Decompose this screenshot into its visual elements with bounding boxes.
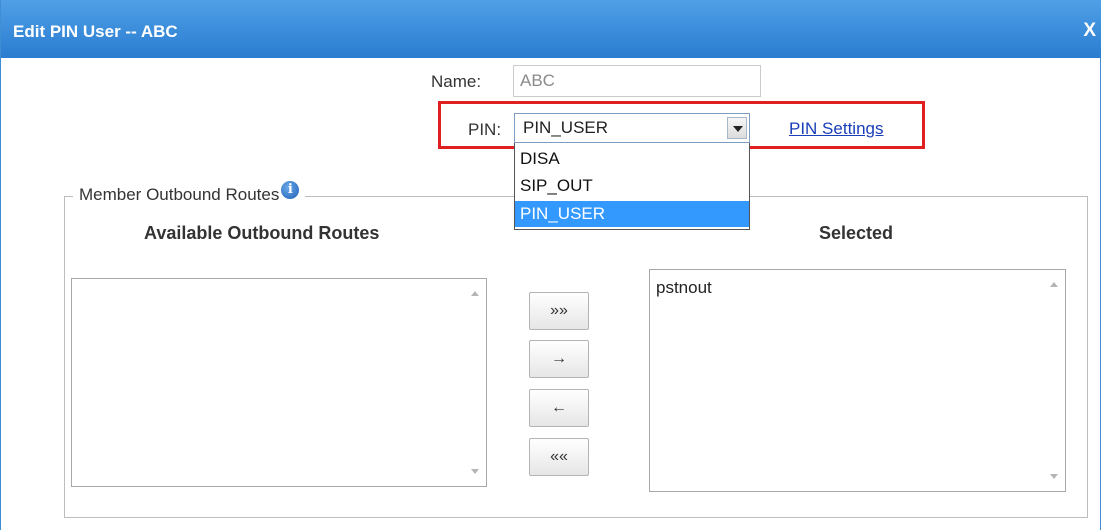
scroll-up-icon[interactable]: [471, 291, 479, 296]
add-all-button[interactable]: »»: [529, 292, 589, 330]
remove-selected-button[interactable]: ←: [529, 389, 589, 427]
available-routes-heading: Available Outbound Routes: [144, 223, 380, 243]
pin-highlight-box: [438, 101, 925, 149]
remove-all-button[interactable]: ««: [529, 438, 589, 476]
selected-routes-heading: Selected: [819, 223, 894, 243]
list-item[interactable]: pstnout: [656, 278, 712, 298]
info-icon[interactable]: i: [281, 181, 300, 199]
pin-option-pin-user[interactable]: PIN_USER: [515, 201, 749, 227]
name-field[interactable]: [513, 65, 761, 97]
scroll-down-icon[interactable]: [1050, 474, 1058, 479]
scroll-down-icon[interactable]: [471, 469, 479, 474]
name-label: Name:: [431, 72, 482, 91]
dialog-titlebar[interactable]: Edit PIN User -- ABC X: [1, 0, 1101, 58]
close-button[interactable]: X: [1083, 20, 1096, 42]
scroll-up-icon[interactable]: [1050, 282, 1058, 287]
available-routes-list[interactable]: [71, 278, 487, 487]
legend-label: Member Outbound Routes: [79, 185, 280, 204]
pin-option-sip-out[interactable]: SIP_OUT: [515, 173, 749, 199]
selected-routes-list[interactable]: pstnout: [649, 269, 1066, 492]
member-outbound-routes-legend: Member Outbound Routes i: [73, 181, 306, 207]
dialog-title: Edit PIN User -- ABC: [13, 22, 178, 41]
pin-dropdown-list: DISA SIP_OUT PIN_USER: [514, 143, 750, 230]
pin-option-disa[interactable]: DISA: [515, 146, 749, 172]
add-selected-button[interactable]: →: [529, 340, 589, 378]
edit-pin-user-dialog: Edit PIN User -- ABC X Name: PIN: PIN_US…: [0, 0, 1101, 530]
